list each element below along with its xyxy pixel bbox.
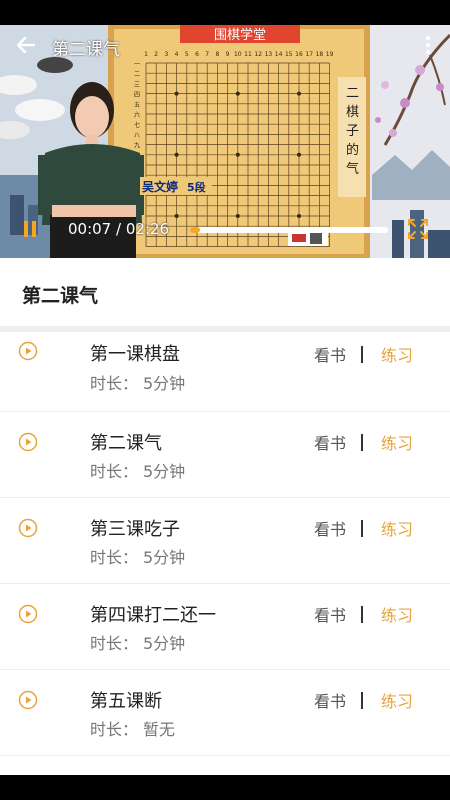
duration-label: 时长：: [90, 720, 139, 739]
lesson-item[interactable]: 第一课棋盘 时长： 5分钟 看书 练习: [0, 332, 450, 412]
status-bar: [0, 0, 450, 25]
lesson-title: 第三课吃子: [90, 519, 180, 540]
duration-label: 时长：: [90, 374, 139, 393]
navigation-bar: [0, 775, 450, 800]
fullscreen-icon[interactable]: [406, 217, 430, 241]
star-point: [297, 91, 301, 96]
video-title: 第二课气: [52, 40, 120, 60]
lesson-item[interactable]: 第二课气 时长： 5分钟 看书 练习: [0, 412, 450, 498]
divider: [361, 606, 363, 623]
seek-bar[interactable]: [190, 227, 388, 233]
star-point: [297, 152, 301, 157]
more-options-icon[interactable]: [416, 33, 440, 57]
lesson-item[interactable]: 第四课打二还一 时长： 5分钟 看书 练习: [0, 584, 450, 670]
section-title: 第二课气: [22, 285, 99, 307]
lesson-title: 第四课打二还一: [90, 605, 216, 626]
read-book-button[interactable]: 看书: [314, 688, 346, 712]
read-book-button[interactable]: 看书: [314, 516, 346, 540]
star-point: [235, 91, 240, 96]
duration-value: 5分钟: [143, 462, 186, 481]
duration-value: 5分钟: [143, 634, 186, 653]
total-duration: 02:26: [125, 220, 170, 238]
lesson-title: 第二课气: [90, 433, 162, 454]
lesson-content: 第二课气 第一课棋盘 时长： 5分钟 看书 练习 第二课气 时长： 5分钟 看书: [0, 258, 450, 775]
play-circle-icon[interactable]: [18, 604, 38, 624]
video-top-bar: 第二课气: [0, 25, 450, 65]
time-separator: /: [116, 220, 122, 238]
divider: [361, 692, 363, 709]
play-circle-icon[interactable]: [18, 518, 38, 538]
back-arrow-icon[interactable]: [12, 31, 40, 59]
pause-icon[interactable]: [20, 219, 40, 239]
play-circle-icon[interactable]: [18, 432, 38, 452]
section-header: 第二课气: [0, 258, 450, 332]
video-player[interactable]: 围棋学堂 1 2 3 4 5 6 7 8 9 10 11 12 13 14 15 16 17 18 19 一二三四五…: [0, 25, 450, 258]
lesson-item[interactable]: 第五课断 时长： 暂无 看书 练习: [0, 670, 450, 756]
board-row-label: 三: [134, 81, 140, 88]
practice-button[interactable]: 练习: [381, 342, 413, 366]
playback-time: 00:07 / 02:26: [68, 220, 169, 238]
teacher-rank: 5段: [187, 180, 206, 194]
board-row-label: 七: [134, 121, 140, 129]
read-book-button[interactable]: 看书: [314, 430, 346, 454]
lesson-item[interactable]: 第三课吃子 时长： 5分钟 看书 练习: [0, 498, 450, 584]
lesson-title: 第一课棋盘: [90, 344, 180, 365]
divider: [361, 520, 363, 537]
video-controls: 00:07 / 02:26: [0, 213, 450, 247]
teacher-name: 吴文婷: [142, 179, 178, 194]
current-time: 00:07: [68, 220, 112, 238]
lesson-title: 第五课断: [90, 691, 162, 712]
divider: [361, 434, 363, 451]
practice-button[interactable]: 练习: [381, 688, 413, 712]
lesson-list: 第一课棋盘 时长： 5分钟 看书 练习 第二课气 时长： 5分钟 看书 练习 第…: [0, 332, 450, 756]
duration-value: 5分钟: [143, 548, 186, 567]
duration-value: 5分钟: [143, 374, 186, 393]
duration-label: 时长：: [90, 548, 139, 567]
duration-label: 时长：: [90, 462, 139, 481]
board-side-heading: 二棋子的气: [346, 86, 359, 177]
seek-bar-progress: [190, 227, 200, 233]
read-book-button[interactable]: 看书: [314, 342, 346, 366]
play-circle-icon[interactable]: [18, 341, 38, 361]
divider: [361, 346, 363, 363]
practice-button[interactable]: 练习: [381, 430, 413, 454]
board-row-label: 九: [134, 142, 140, 150]
duration-value: 暂无: [143, 720, 176, 739]
duration-label: 时长：: [90, 634, 139, 653]
read-book-button[interactable]: 看书: [314, 602, 346, 626]
board-row-label: 二: [134, 71, 140, 78]
board-row-label: 八: [134, 132, 140, 139]
practice-button[interactable]: 练习: [381, 602, 413, 626]
board-row-label: 四: [134, 92, 140, 99]
board-row-label: 六: [134, 111, 140, 119]
star-point: [174, 91, 179, 96]
star-point: [174, 152, 179, 157]
play-circle-icon[interactable]: [18, 690, 38, 710]
star-point: [235, 152, 240, 157]
practice-button[interactable]: 练习: [381, 516, 413, 540]
board-row-label: 五: [134, 102, 140, 109]
